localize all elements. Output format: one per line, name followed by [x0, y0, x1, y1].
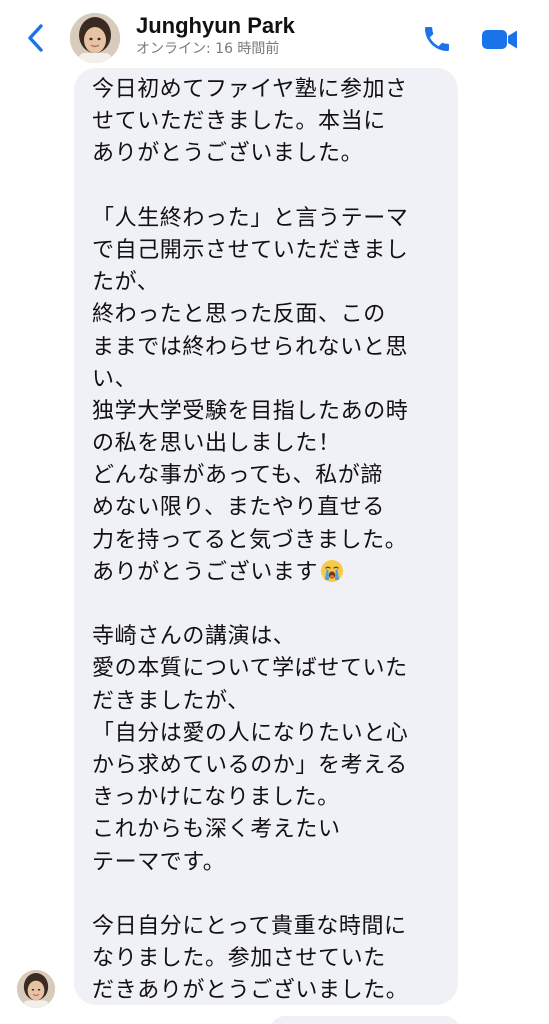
message-line: 終わったと思った反面、この	[92, 302, 386, 328]
message-line: ままでは終わらせられないと思	[92, 334, 408, 360]
message-line: だきありがとうございました。	[92, 978, 409, 1004]
message-line: い、	[92, 366, 138, 392]
message-line: どんな事があっても、私が諦	[92, 463, 383, 489]
message-line: テーマです。	[92, 849, 226, 875]
message-line: これからも深く考えたい	[92, 817, 341, 843]
message-line: 寺崎さんの講演は、	[92, 624, 296, 650]
avatar-photo	[17, 970, 55, 1008]
message-line: せていただきました。本当に	[92, 109, 386, 135]
video-call-button[interactable]	[478, 22, 522, 56]
next-message-bubble[interactable]	[270, 1016, 460, 1024]
video-camera-icon	[482, 30, 517, 49]
message-line: きっかけになりました。	[92, 785, 340, 811]
phone-icon	[425, 27, 449, 51]
message-line: だきましたが、	[92, 688, 250, 714]
message-line	[92, 171, 452, 203]
message-line: から求めているのか」を考える	[92, 752, 408, 778]
sender-avatar[interactable]	[17, 970, 55, 1008]
call-button[interactable]	[420, 22, 454, 56]
message-text: 今日初めてファイヤ塾に参加さ せていただきました。本当に ありがとうございました。「…	[92, 74, 452, 1007]
chat-header: Junghyun Park オンライン: 16 時間前	[0, 0, 549, 72]
message-line: 「自分は愛の人になりたいと心	[92, 720, 409, 746]
message-line: なりました。参加させていた	[92, 946, 386, 972]
contact-title[interactable]: Junghyun Park オンライン: 16 時間前	[136, 12, 396, 58]
message-line: 今日自分にとって貴重な時間に	[92, 913, 407, 939]
contact-avatar[interactable]	[70, 13, 120, 63]
message-line: 独学大学受験を目指したあの時	[92, 398, 409, 424]
message-line: 今日初めてファイヤ塾に参加さ	[92, 77, 408, 102]
contact-status: オンライン: 16 時間前	[136, 41, 280, 57]
message-line: 「人生終わった」と言うテーマ	[92, 205, 409, 231]
message-line: たが、	[92, 270, 160, 296]
message-line: の私を思い出しました！	[92, 431, 341, 457]
chevron-left-icon	[28, 24, 43, 52]
avatar-photo	[70, 13, 120, 63]
message-line	[92, 589, 452, 621]
message-line: で自己開示させていただきまし	[92, 237, 409, 263]
message-line	[92, 879, 452, 911]
message-line: 愛の本質について学ばせていた	[92, 656, 408, 682]
message-bubble[interactable]: 今日初めてファイヤ塾に参加さ せていただきました。本当に ありがとうございました。「…	[74, 68, 458, 1005]
contact-name: Junghyun Park	[136, 13, 295, 38]
chat-screen: Junghyun Park オンライン: 16 時間前 今日初めてファイヤ塾に参…	[0, 0, 549, 1024]
message-line: ありがとうございました。	[92, 141, 364, 167]
message-line: 力を持ってると気づきました。	[92, 527, 408, 553]
back-button[interactable]	[18, 20, 54, 56]
message-line: ありがとうございます	[92, 557, 452, 589]
message-line: めない限り、またやり直せる	[92, 495, 385, 521]
crying-face-icon	[321, 559, 344, 582]
